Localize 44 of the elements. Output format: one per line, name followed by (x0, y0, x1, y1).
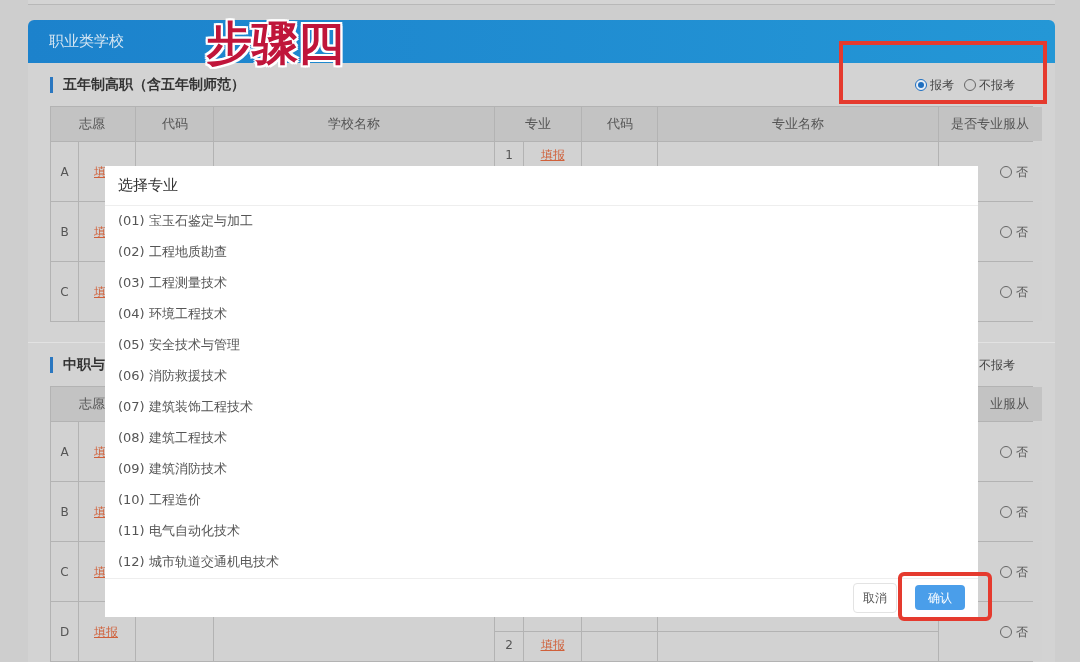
cancel-button[interactable]: 取消 (853, 582, 897, 613)
table-cell: D (51, 602, 78, 661)
list-item[interactable]: (12) 城市轨道交通机电技术 (105, 546, 978, 578)
section-title: 五年制高职（含五年制师范） (63, 75, 245, 94)
list-item[interactable]: (01) 宝玉石鉴定与加工 (105, 205, 978, 237)
radio-label: 否 (1016, 163, 1028, 181)
radio-label: 否 (1016, 563, 1028, 581)
list-item[interactable]: (04) 环境工程技术 (105, 298, 978, 330)
table-header-cell: 代码 (136, 107, 213, 141)
table-header-cell: 是否专业服从 (939, 107, 1042, 141)
table-header-cell: 专业 (495, 107, 581, 141)
table-cell: A (51, 142, 78, 201)
table-cell: C (51, 262, 78, 321)
radio-button[interactable] (915, 78, 927, 91)
radio-label: 不报考 (979, 76, 1015, 94)
radio-label: 否 (1016, 623, 1028, 641)
radio-label: 否 (1016, 223, 1028, 241)
table-header-cell: 专业名称 (658, 107, 938, 141)
section-marker (50, 76, 53, 93)
table-cell: B (51, 482, 78, 541)
table-header-cell: 学校名称 (214, 107, 494, 141)
section-marker (50, 356, 53, 373)
radio-label: 不报考 (979, 356, 1015, 374)
list-item[interactable]: (09) 建筑消防技术 (105, 453, 978, 485)
radio-label: 否 (1016, 283, 1028, 301)
table-header-cell: 代码 (582, 107, 657, 141)
annotation-text: 步骤四 (206, 20, 344, 66)
list-item[interactable]: (03) 工程测量技术 (105, 267, 978, 299)
table-header-cell: 志愿 (51, 107, 135, 141)
table-cell: 2 (495, 632, 523, 661)
radio-label: 否 (1016, 503, 1028, 521)
list-item[interactable]: (02) 工程地质勘查 (105, 236, 978, 268)
list-item[interactable]: (05) 安全技术与管理 (105, 329, 978, 361)
list-item[interactable]: (08) 建筑工程技术 (105, 422, 978, 454)
radio-label: 报考 (930, 76, 954, 94)
list-item[interactable]: (10) 工程造价 (105, 484, 978, 516)
table-cell: B (51, 202, 78, 261)
list-item[interactable]: (11) 电气自动化技术 (105, 515, 978, 547)
section-title: 中职与 (63, 355, 105, 374)
table-cell: C (51, 542, 78, 601)
card-title: 职业类学校 (49, 31, 124, 53)
table-cell: A (51, 422, 78, 481)
dialog-title: 选择专业 (118, 175, 178, 196)
radio-label: 否 (1016, 443, 1028, 461)
